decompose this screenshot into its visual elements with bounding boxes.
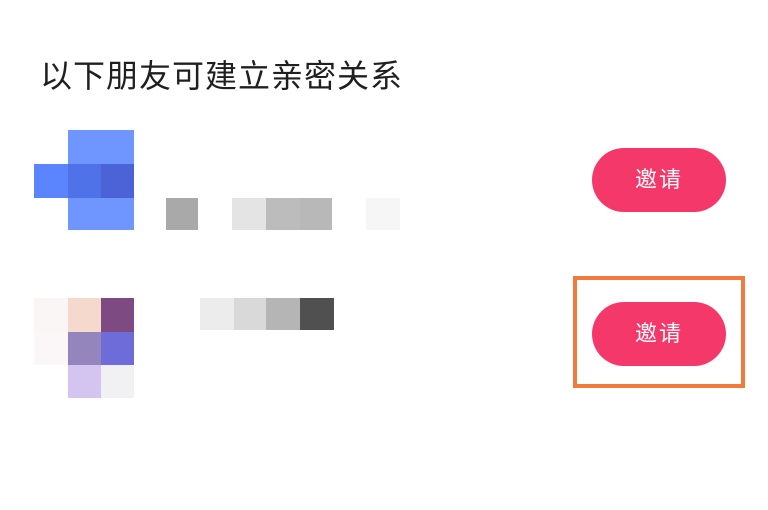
avatar[interactable] [34, 130, 134, 230]
avatar[interactable] [34, 298, 134, 398]
friend-name-blurred [200, 298, 334, 330]
friend-name-blurred [166, 198, 416, 230]
invite-button[interactable]: 邀请 [592, 302, 726, 366]
page-title: 以下朋友可建立亲密关系 [40, 57, 404, 95]
invite-button[interactable]: 邀请 [592, 148, 726, 212]
list-item: 邀请 [0, 128, 768, 238]
list-item: 邀请 [0, 292, 768, 402]
